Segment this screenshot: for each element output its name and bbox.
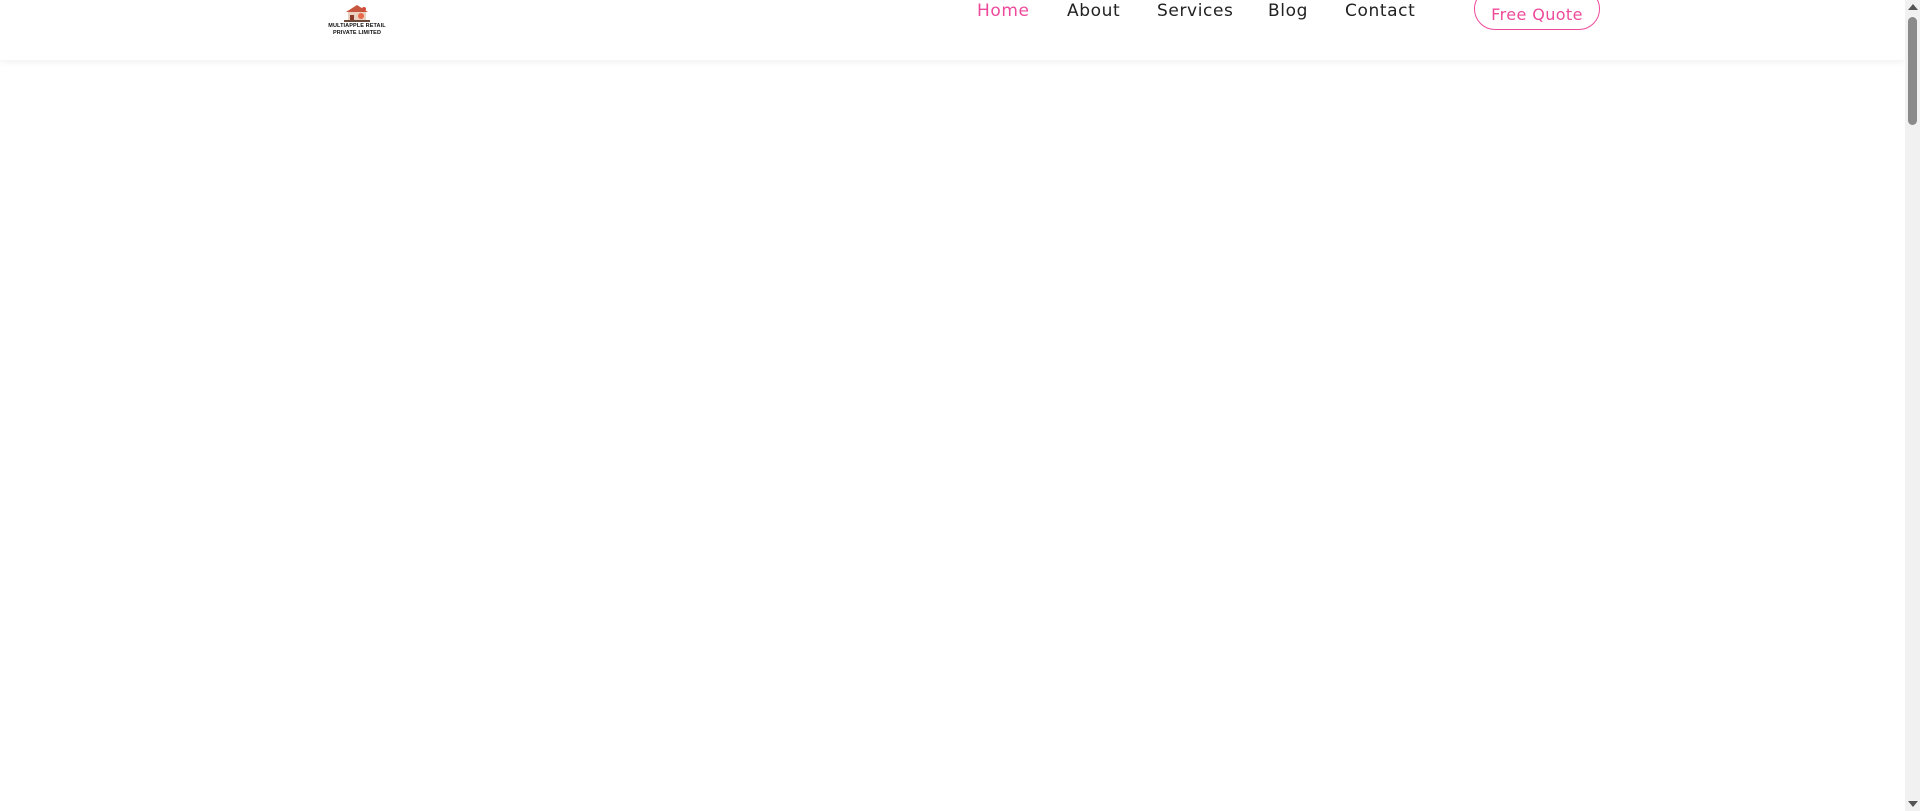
brand-logo[interactable]: MULTIAPPLE RETAIL PRIVATE LIMITED bbox=[318, 3, 396, 39]
nav-item-about[interactable]: About bbox=[1067, 0, 1120, 22]
site-header: MULTIAPPLE RETAIL PRIVATE LIMITED Home A… bbox=[0, 0, 1905, 60]
browser-viewport: MULTIAPPLE RETAIL PRIVATE LIMITED Home A… bbox=[0, 0, 1920, 811]
nav-item-blog[interactable]: Blog bbox=[1268, 0, 1308, 22]
nav-item-contact[interactable]: Contact bbox=[1345, 0, 1415, 22]
free-quote-button[interactable]: Free Quote bbox=[1474, 0, 1600, 30]
scroll-down-arrow-icon[interactable] bbox=[1908, 801, 1918, 807]
scroll-up-arrow-icon[interactable] bbox=[1908, 4, 1918, 10]
main-content bbox=[0, 60, 1905, 811]
nav-item-home[interactable]: Home bbox=[977, 0, 1030, 22]
scrollbar-thumb[interactable] bbox=[1908, 17, 1917, 125]
storefront-logo-icon bbox=[344, 5, 370, 22]
nav-item-services[interactable]: Services bbox=[1157, 0, 1234, 22]
brand-name: MULTIAPPLE RETAIL PRIVATE LIMITED bbox=[328, 23, 386, 36]
vertical-scrollbar[interactable] bbox=[1905, 0, 1920, 811]
